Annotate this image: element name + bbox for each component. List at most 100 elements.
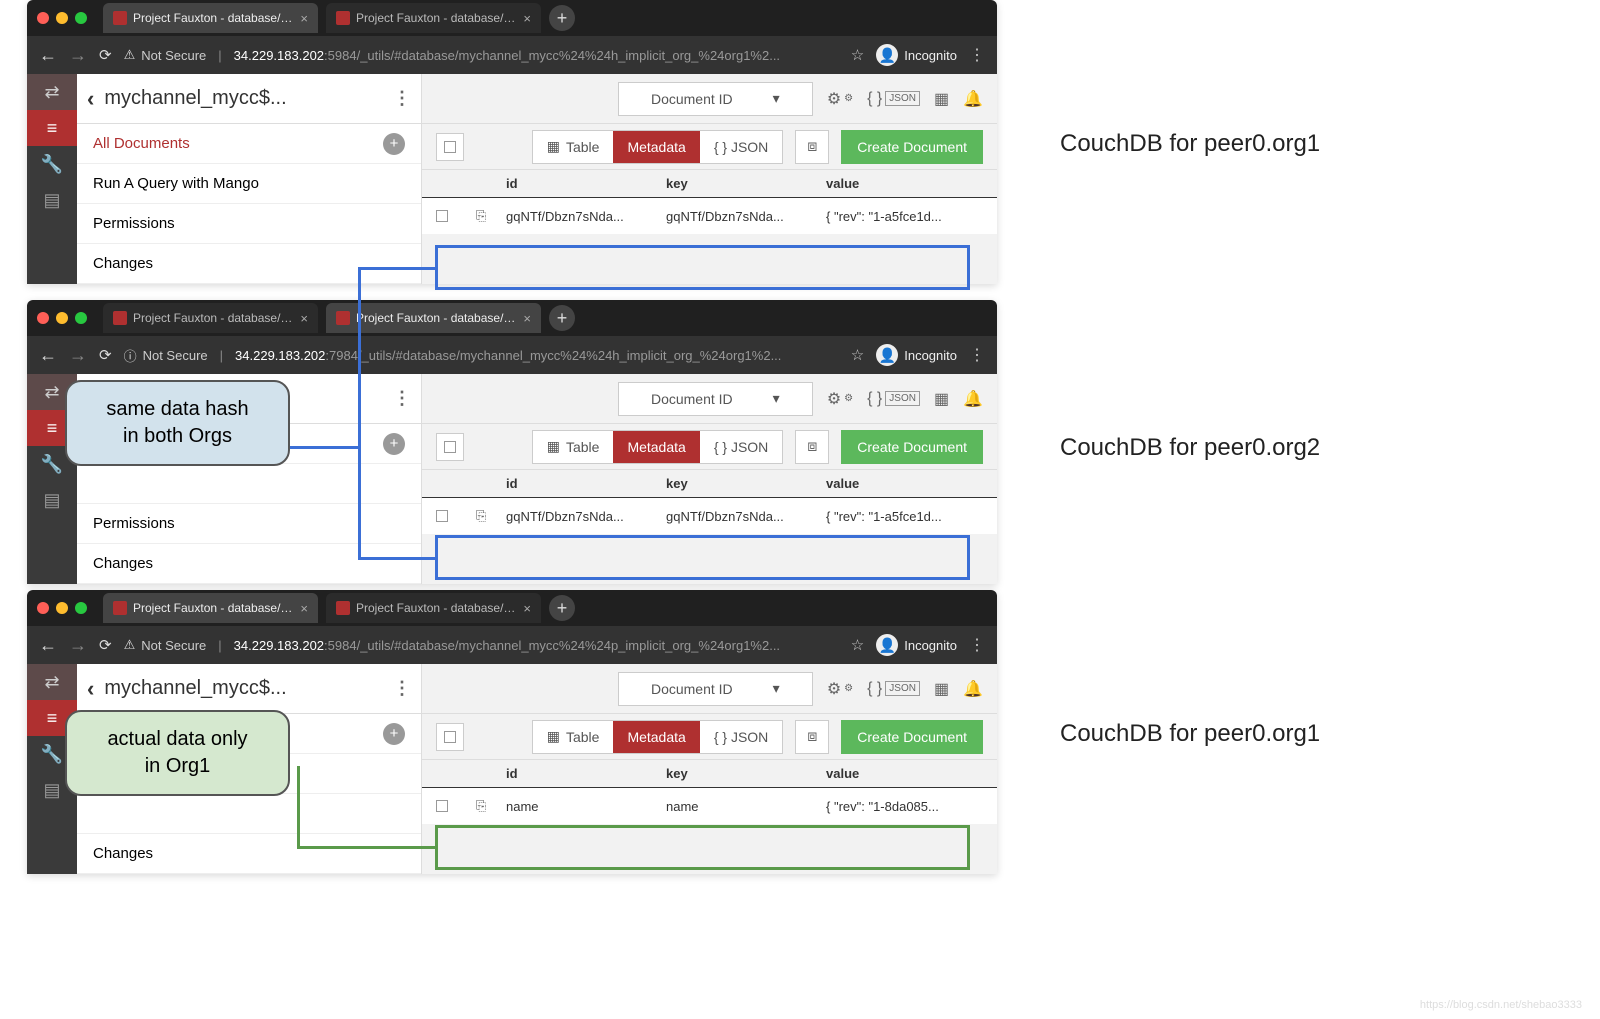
bookmark-icon[interactable]: ☆ [851,346,864,364]
close-window-icon[interactable] [37,12,49,24]
doc-id-select[interactable]: Document ID ▾ [618,82,813,116]
back-chevron-icon[interactable]: ‹ [87,676,94,702]
gears-icon[interactable]: ⚙⚙ [827,679,853,699]
json-toggle[interactable]: { }JSON [867,90,920,108]
back-button[interactable]: ← [39,45,57,66]
table-row[interactable]: ⎘ gqNTf/Dbzn7sNda... gqNTf/Dbzn7sNda... … [422,497,997,534]
nav-database-icon[interactable]: ≡ [27,110,77,146]
table-row[interactable]: ⎘ name name { "rev": "1-8da085... [422,787,997,824]
reload-button[interactable]: ⟳ [99,636,112,654]
sidebar-item[interactable]: Permissions [77,204,421,244]
close-window-icon[interactable] [37,602,49,614]
back-button[interactable]: ← [39,345,57,366]
tab-metadata[interactable]: Metadata [613,131,699,163]
nav-replication-icon[interactable]: ▤ [27,482,77,518]
back-button[interactable]: ← [39,635,57,656]
db-menu-icon[interactable]: ⋮ [393,678,411,699]
tab-table[interactable]: ▦Table [533,721,614,753]
json-toggle[interactable]: { }JSON [867,390,920,408]
plus-icon[interactable]: + [383,433,405,455]
collapse-button[interactable]: ⧈ [795,430,829,464]
tab-metadata[interactable]: Metadata [613,721,699,753]
select-all-checkbox[interactable] [436,433,464,461]
create-document-button[interactable]: Create Document [841,720,983,754]
copy-icon[interactable]: ⎘ [476,208,486,223]
nav-expand-icon[interactable]: ⇄ [27,74,77,110]
row-checkbox[interactable] [436,210,448,222]
back-chevron-icon[interactable]: ‹ [87,86,94,112]
collapse-button[interactable]: ⧈ [795,130,829,164]
tab-json[interactable]: { } JSON [700,431,782,463]
tab-json[interactable]: { } JSON [700,131,782,163]
forward-button[interactable]: → [69,635,87,656]
sidebar-item[interactable]: Run A Query with Mango [77,164,421,204]
browser-menu-icon[interactable]: ⋮ [969,345,985,365]
plus-icon[interactable]: + [383,723,405,745]
create-document-button[interactable]: Create Document [841,130,983,164]
row-checkbox[interactable] [436,800,448,812]
reload-button[interactable]: ⟳ [99,46,112,64]
create-document-button[interactable]: Create Document [841,430,983,464]
table-row[interactable]: ⎘ gqNTf/Dbzn7sNda... gqNTf/Dbzn7sNda... … [422,197,997,234]
gears-icon[interactable]: ⚙⚙ [827,389,853,409]
browser-tab[interactable]: Project Fauxton - database/mycl × [103,303,318,333]
tab-table[interactable]: ▦Table [533,431,614,463]
copy-icon[interactable]: ⎘ [476,508,486,523]
row-checkbox[interactable] [436,510,448,522]
url-field[interactable]: 34.229.183.202:5984/_utils/#database/myc… [234,48,839,63]
maximize-window-icon[interactable] [75,312,87,324]
bookmark-icon[interactable]: ☆ [851,46,864,64]
url-field[interactable]: 34.229.183.202:7984/_utils/#database/myc… [235,348,839,363]
new-tab-button[interactable]: + [549,305,575,331]
close-tab-icon[interactable]: × [523,601,531,616]
forward-button[interactable]: → [69,45,87,66]
sidebar-item[interactable]: Permissions [77,504,421,544]
docs-icon[interactable]: ▦ [934,89,949,109]
nav-expand-icon[interactable]: ⇄ [27,664,77,700]
close-tab-icon[interactable]: × [300,311,308,326]
tab-table[interactable]: ▦Table [533,131,614,163]
site-security[interactable]: ⚠ Not Secure [124,637,207,653]
minimize-window-icon[interactable] [56,12,68,24]
browser-tab[interactable]: Project Fauxton - database/mycl × [103,593,318,623]
select-all-checkbox[interactable] [436,133,464,161]
site-security[interactable]: ⓘ Not Secure [124,346,208,365]
new-tab-button[interactable]: + [549,5,575,31]
sidebar-item[interactable]: Changes [77,244,421,284]
sidebar-item[interactable]: Changes [77,834,421,874]
maximize-window-icon[interactable] [75,12,87,24]
collapse-button[interactable]: ⧈ [795,720,829,754]
db-menu-icon[interactable]: ⋮ [393,88,411,109]
gears-icon[interactable]: ⚙⚙ [827,89,853,109]
tab-json[interactable]: { } JSON [700,721,782,753]
json-toggle[interactable]: { }JSON [867,680,920,698]
docs-icon[interactable]: ▦ [934,389,949,409]
bell-icon[interactable]: 🔔 [963,389,983,409]
sidebar-item[interactable]: Changes [77,544,421,584]
browser-tab[interactable]: Project Fauxton - database/mycl × [326,303,541,333]
tab-metadata[interactable]: Metadata [613,431,699,463]
sidebar-item[interactable]: All Documents + [77,124,421,164]
close-window-icon[interactable] [37,312,49,324]
close-tab-icon[interactable]: × [523,11,531,26]
doc-id-select[interactable]: Document ID ▾ [618,672,813,706]
new-tab-button[interactable]: + [549,595,575,621]
bell-icon[interactable]: 🔔 [963,679,983,699]
db-menu-icon[interactable]: ⋮ [393,388,411,409]
nav-replication-icon[interactable]: ▤ [27,182,77,218]
select-all-checkbox[interactable] [436,723,464,751]
maximize-window-icon[interactable] [75,602,87,614]
browser-menu-icon[interactable]: ⋮ [969,45,985,65]
browser-tab[interactable]: Project Fauxton - database/mycl × [326,3,541,33]
minimize-window-icon[interactable] [56,312,68,324]
forward-button[interactable]: → [69,345,87,366]
bookmark-icon[interactable]: ☆ [851,636,864,654]
bell-icon[interactable]: 🔔 [963,89,983,109]
close-tab-icon[interactable]: × [523,311,531,326]
plus-icon[interactable]: + [383,133,405,155]
url-field[interactable]: 34.229.183.202:5984/_utils/#database/myc… [234,638,839,653]
reload-button[interactable]: ⟳ [99,346,112,364]
close-tab-icon[interactable]: × [300,601,308,616]
docs-icon[interactable]: ▦ [934,679,949,699]
minimize-window-icon[interactable] [56,602,68,614]
